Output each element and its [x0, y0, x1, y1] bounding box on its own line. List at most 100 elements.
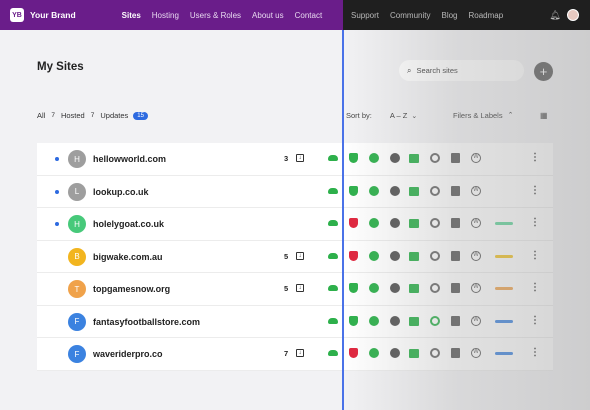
more-options-icon[interactable]: ⋮ [530, 315, 540, 326]
nav-blog[interactable]: Blog [441, 11, 457, 20]
site-row[interactable]: Llookup.co.uk W ⋮ [37, 176, 553, 208]
cloud-icon[interactable] [328, 285, 338, 291]
nav-about-us[interactable]: About us [252, 11, 284, 20]
performance-icon[interactable] [369, 348, 379, 358]
nav-hosting[interactable]: Hosting [152, 11, 179, 20]
site-domain[interactable]: fantasyfootballstore.com [93, 317, 200, 327]
shield-icon[interactable] [349, 250, 358, 261]
shield-icon[interactable] [349, 283, 358, 293]
wordpress-icon[interactable]: W [471, 153, 481, 163]
split-divider[interactable] [342, 30, 344, 410]
database-icon[interactable] [390, 250, 400, 261]
nav-support[interactable]: Support [351, 11, 379, 20]
nav-sites[interactable]: Sites [122, 11, 141, 20]
bell-icon[interactable]: 🔔︎ [549, 10, 560, 21]
more-options-icon[interactable]: ⋮ [530, 250, 540, 261]
copy-icon[interactable] [451, 218, 460, 228]
site-label[interactable] [495, 319, 513, 323]
more-options-icon[interactable]: ⋮ [530, 347, 540, 358]
sync-icon[interactable] [430, 153, 440, 163]
copy-icon[interactable] [451, 185, 460, 196]
server-icon[interactable] [409, 251, 419, 261]
more-options-icon[interactable]: ⋮ [530, 152, 540, 163]
shield-icon[interactable] [349, 218, 358, 228]
database-icon[interactable] [390, 218, 400, 228]
nav-community[interactable]: Community [390, 11, 430, 20]
database-icon[interactable] [390, 348, 400, 358]
site-domain[interactable]: holelygoat.co.uk [93, 219, 164, 229]
add-site-button[interactable]: + [534, 62, 553, 81]
copy-icon[interactable] [451, 250, 460, 261]
shield-icon[interactable] [349, 153, 358, 163]
sync-icon[interactable] [430, 283, 440, 293]
more-options-icon[interactable]: ⋮ [530, 185, 540, 196]
server-icon[interactable] [409, 284, 419, 293]
site-domain[interactable]: bigwake.com.au [93, 252, 163, 262]
performance-icon[interactable] [369, 153, 379, 163]
site-row[interactable]: Fwaveriderpro.co 7 ↓ W ⋮ [37, 338, 553, 371]
shield-icon[interactable] [349, 315, 358, 326]
performance-icon[interactable] [369, 315, 379, 326]
sort-control[interactable]: Sort by: A – Z ⌄ [346, 111, 417, 120]
copy-icon[interactable] [451, 153, 460, 163]
database-icon[interactable] [390, 185, 400, 196]
performance-icon[interactable] [369, 185, 379, 196]
sync-icon[interactable] [430, 185, 440, 196]
filter-hosted[interactable]: Hosted [61, 111, 85, 120]
server-icon[interactable] [409, 316, 419, 326]
wordpress-icon[interactable]: W [471, 250, 481, 261]
shield-icon[interactable] [349, 348, 358, 358]
copy-icon[interactable] [451, 315, 460, 326]
site-row[interactable]: Ttopgamesnow.org 5 ↓ W ⋮ [37, 273, 553, 306]
performance-icon[interactable] [369, 283, 379, 293]
brand-logo-icon[interactable]: YB [10, 8, 24, 22]
filter-updates[interactable]: Updates [100, 111, 128, 120]
server-icon[interactable] [409, 154, 419, 163]
sync-icon[interactable] [430, 218, 440, 228]
site-row[interactable]: Hhellowworld.com 3 ↓ W ⋮ [37, 143, 553, 176]
site-label[interactable] [495, 222, 513, 225]
cloud-icon[interactable] [328, 155, 338, 161]
site-domain[interactable]: hellowworld.com [93, 154, 166, 164]
server-icon[interactable] [409, 186, 419, 196]
filters-labels-toggle[interactable]: Filers & Labels ⌃ [453, 111, 513, 120]
site-label[interactable] [495, 254, 513, 258]
site-domain[interactable]: waveriderpro.co [93, 349, 163, 359]
grid-view-icon[interactable]: ▦ [540, 111, 548, 120]
sync-icon[interactable] [430, 250, 440, 261]
sync-icon[interactable] [430, 348, 440, 358]
database-icon[interactable] [390, 315, 400, 326]
site-row[interactable]: Hholelygoat.co.uk W ⋮ [37, 208, 553, 241]
site-row[interactable]: Bbigwake.com.au 5 ↓ W ⋮ [37, 241, 553, 273]
cloud-icon[interactable] [328, 317, 338, 324]
copy-icon[interactable] [451, 348, 460, 358]
nav-roadmap[interactable]: Roadmap [469, 11, 504, 20]
wordpress-icon[interactable]: W [471, 348, 481, 358]
site-domain[interactable]: topgamesnow.org [93, 284, 170, 294]
cloud-icon[interactable] [328, 252, 338, 259]
cloud-icon[interactable] [328, 187, 338, 194]
database-icon[interactable] [390, 153, 400, 163]
site-label[interactable] [495, 287, 513, 290]
more-options-icon[interactable]: ⋮ [530, 217, 540, 228]
wordpress-icon[interactable]: W [471, 283, 481, 293]
site-row[interactable]: Ffantasyfootballstore.com W ⋮ [37, 306, 553, 338]
site-domain[interactable]: lookup.co.uk [93, 187, 149, 197]
download-icon[interactable]: ↓ [296, 154, 304, 162]
wordpress-icon[interactable]: W [471, 218, 481, 228]
database-icon[interactable] [390, 283, 400, 293]
download-icon[interactable]: ↓ [296, 251, 304, 260]
server-icon[interactable] [409, 219, 419, 228]
site-label[interactable] [495, 352, 513, 355]
filter-all[interactable]: All [37, 111, 45, 120]
copy-icon[interactable] [451, 283, 460, 293]
search-input[interactable] [416, 66, 512, 75]
shield-icon[interactable] [349, 185, 358, 196]
nav-contact[interactable]: Contact [295, 11, 323, 20]
nav-users-roles[interactable]: Users & Roles [190, 11, 241, 20]
performance-icon[interactable] [369, 218, 379, 228]
wordpress-icon[interactable]: W [471, 315, 481, 326]
performance-icon[interactable] [369, 250, 379, 261]
wordpress-icon[interactable]: W [471, 185, 481, 196]
user-avatar[interactable] [566, 9, 579, 21]
